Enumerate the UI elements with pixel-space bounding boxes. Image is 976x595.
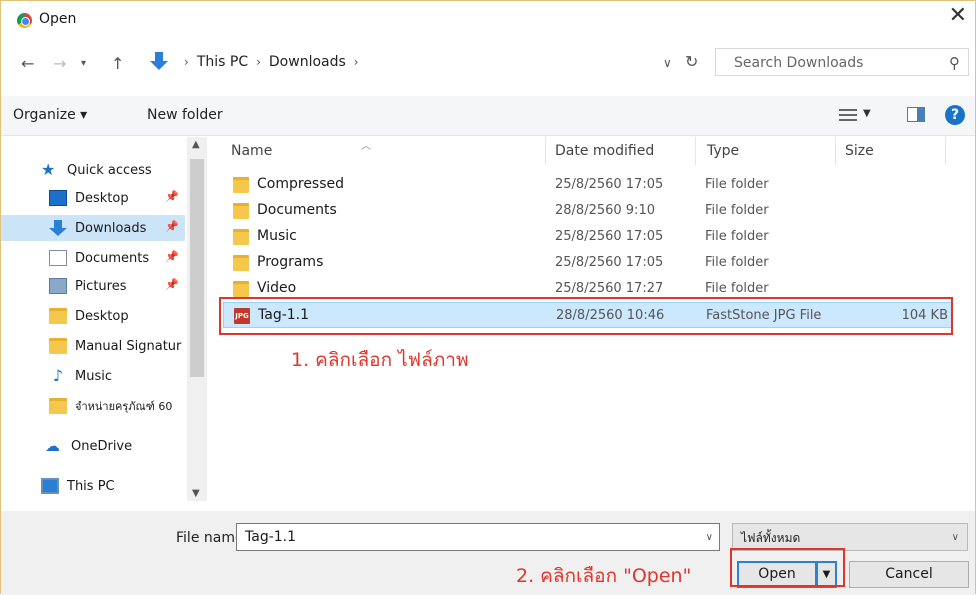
window-title: Open xyxy=(39,11,77,27)
breadcrumb[interactable]: › This PC › Downloads › xyxy=(144,48,711,76)
forward-arrow-icon[interactable]: → xyxy=(53,54,66,73)
column-header-type[interactable]: Type xyxy=(707,143,739,159)
sidebar-scrollbar[interactable]: ▲ ▼ xyxy=(187,137,207,501)
file-name-input[interactable]: Tag-1.1 ∨ xyxy=(236,523,720,551)
view-options-icon[interactable] xyxy=(839,106,857,124)
navigation-pane: ★ Quick access Desktop 📌 Downloads 📌 Doc… xyxy=(1,137,211,511)
search-placeholder: Search Downloads xyxy=(734,55,864,71)
chevron-down-icon: ∨ xyxy=(951,532,959,543)
column-header-size[interactable]: Size xyxy=(845,143,874,159)
column-header-date[interactable]: Date modified xyxy=(555,143,654,159)
documents-icon xyxy=(49,250,67,266)
file-type-value: ไฟล์ทั้งหมด xyxy=(741,531,801,545)
scroll-down-icon[interactable]: ▼ xyxy=(192,488,200,499)
sidebar-item-desktop[interactable]: Desktop 📌 xyxy=(1,185,185,211)
file-row[interactable]: Documents 28/8/2560 9:10 File folder xyxy=(223,198,953,224)
file-row[interactable]: Compressed 25/8/2560 17:05 File folder xyxy=(223,172,953,198)
chrome-icon xyxy=(17,13,32,28)
folder-icon xyxy=(233,229,249,245)
folder-icon xyxy=(49,308,67,324)
pin-icon: 📌 xyxy=(165,250,179,263)
title-bar: Open ✕ xyxy=(1,1,975,39)
scroll-up-icon[interactable]: ▲ xyxy=(192,139,200,150)
close-button[interactable]: ✕ xyxy=(949,5,967,27)
star-icon: ★ xyxy=(41,160,56,179)
preview-pane-icon[interactable] xyxy=(907,107,925,122)
sidebar-item-desktop-folder[interactable]: Desktop xyxy=(1,303,185,329)
folder-icon xyxy=(233,203,249,219)
sidebar-item-documents[interactable]: Documents 📌 xyxy=(1,245,185,271)
recent-locations-chevron-icon[interactable]: ▾ xyxy=(81,58,86,69)
sidebar-item-downloads[interactable]: Downloads 📌 xyxy=(1,215,185,241)
address-dropdown-icon[interactable]: ∨ xyxy=(663,56,672,70)
crumb-this-pc[interactable]: This PC xyxy=(197,54,248,70)
highlight-box-file xyxy=(219,297,953,335)
file-row[interactable]: Music 25/8/2560 17:05 File folder xyxy=(223,224,953,250)
file-name-value: Tag-1.1 xyxy=(245,529,297,545)
sidebar-item-this-pc[interactable]: This PC xyxy=(1,473,185,499)
onedrive-icon: ☁ xyxy=(45,437,60,455)
back-arrow-icon[interactable]: ← xyxy=(21,54,34,73)
sort-ascending-icon: ︿ xyxy=(361,141,371,152)
sidebar-item-onedrive[interactable]: ☁ OneDrive xyxy=(1,433,185,459)
search-icon: ⚲ xyxy=(949,54,960,72)
sidebar-item-quick-access[interactable]: ★ Quick access xyxy=(41,157,185,183)
help-icon[interactable]: ? xyxy=(945,105,965,125)
desktop-icon xyxy=(49,190,67,206)
file-type-select[interactable]: ไฟล์ทั้งหมด ∨ xyxy=(732,523,968,551)
command-bar: Organize ▾ New folder ▼ ? xyxy=(1,96,975,136)
folder-icon xyxy=(49,338,67,354)
chevron-down-icon[interactable]: ∨ xyxy=(706,532,713,543)
this-pc-icon xyxy=(41,478,59,494)
music-icon: ♪ xyxy=(52,366,64,385)
sidebar-item-thai-folder[interactable]: จำหน่ายครุภัณฑ์ 60 xyxy=(1,393,185,419)
refresh-icon[interactable]: ↻ xyxy=(685,52,698,71)
open-dialog: Open ✕ ← → ▾ ↑ › This PC › Downloads › ∨… xyxy=(0,0,976,595)
organize-button[interactable]: Organize ▾ xyxy=(13,107,87,123)
sidebar-item-pictures[interactable]: Pictures 📌 xyxy=(1,273,185,299)
sidebar-item-manual-signature[interactable]: Manual Signatur xyxy=(1,333,185,359)
folder-icon xyxy=(233,281,249,297)
pin-icon: 📌 xyxy=(165,220,179,233)
up-arrow-icon[interactable]: ↑ xyxy=(111,54,124,73)
annotation-step-2: 2. คลิกเลือก "Open" xyxy=(516,565,692,587)
column-header-name[interactable]: Name xyxy=(231,143,272,159)
highlight-box-open xyxy=(730,548,845,587)
folder-icon xyxy=(233,255,249,271)
downloads-location-icon xyxy=(150,52,168,72)
pin-icon: 📌 xyxy=(165,278,179,291)
address-row: ← → ▾ ↑ › This PC › Downloads › ∨ ↻ Sear… xyxy=(1,45,975,85)
folder-icon xyxy=(49,398,67,414)
new-folder-button[interactable]: New folder xyxy=(147,107,223,123)
cancel-button[interactable]: Cancel xyxy=(849,561,969,588)
annotation-step-1: 1. คลิกเลือก ไฟล์ภาพ xyxy=(291,349,469,371)
folder-icon xyxy=(233,177,249,193)
search-input[interactable]: Search Downloads ⚲ xyxy=(715,48,969,76)
file-row[interactable]: Programs 25/8/2560 17:05 File folder xyxy=(223,250,953,276)
download-icon xyxy=(49,220,67,236)
sidebar-item-music[interactable]: ♪ Music xyxy=(1,363,185,389)
scrollbar-thumb[interactable] xyxy=(190,159,204,377)
crumb-downloads[interactable]: Downloads xyxy=(269,54,346,70)
pictures-icon xyxy=(49,278,67,294)
pin-icon: 📌 xyxy=(165,190,179,203)
view-dropdown-icon[interactable]: ▼ xyxy=(863,108,871,119)
